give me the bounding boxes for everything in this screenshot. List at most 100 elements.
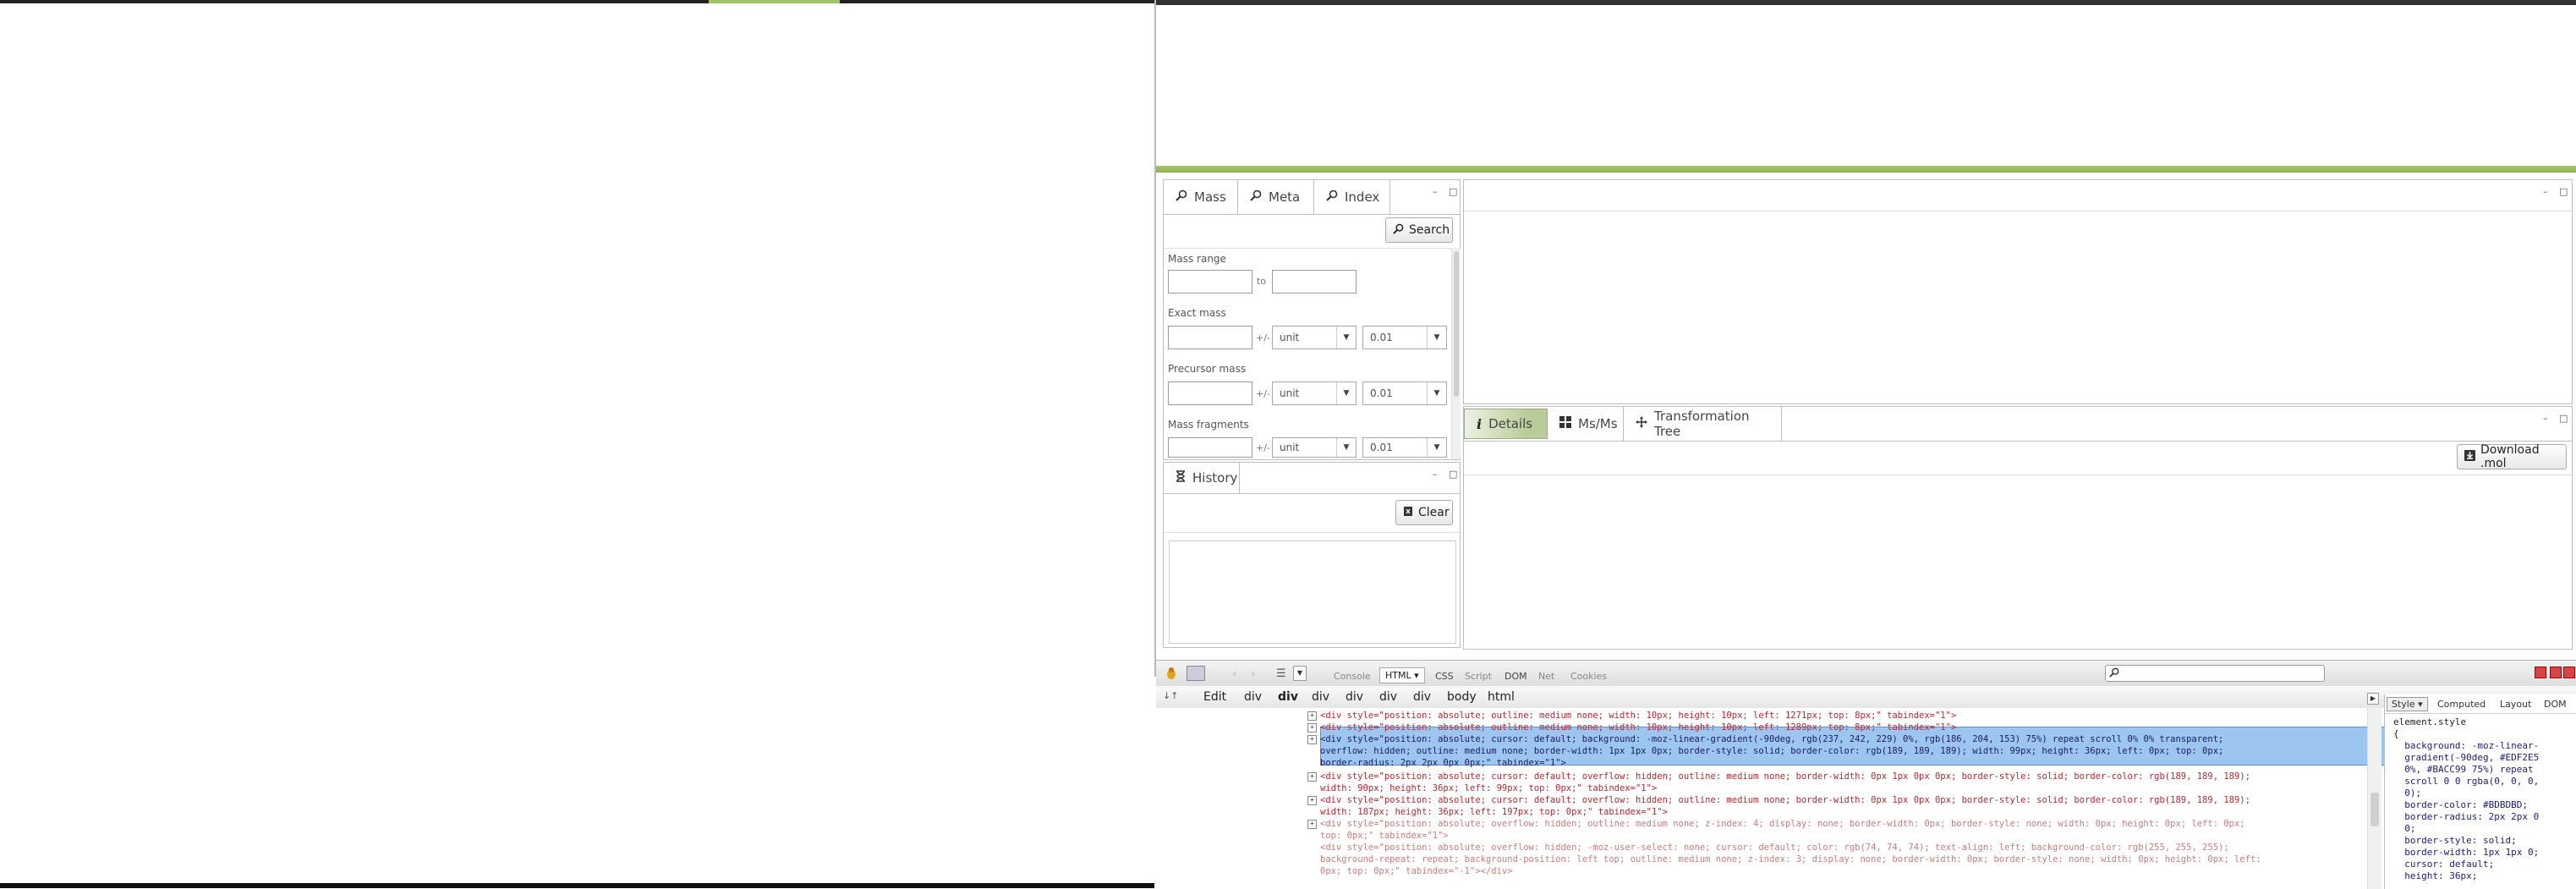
html-tree-scrollbar[interactable] bbox=[2367, 708, 2381, 889]
tab-mass[interactable]: Mass bbox=[1164, 180, 1238, 214]
tab-msms[interactable]: Ms/Ms bbox=[1548, 407, 1624, 441]
side-tab-dom[interactable]: DOM bbox=[2544, 699, 2567, 710]
history-divider bbox=[1164, 532, 1461, 533]
expand-icon[interactable]: + bbox=[1307, 711, 1317, 721]
tab-history[interactable]: History bbox=[1164, 463, 1240, 493]
devtools-search-input[interactable] bbox=[2105, 665, 2325, 682]
maximize-icon[interactable]: □ bbox=[2559, 414, 2568, 423]
firebug-icon[interactable] bbox=[1165, 667, 1178, 680]
devtools-tab-dom[interactable]: DOM bbox=[1504, 671, 1527, 682]
devtools-tab-net[interactable]: Net bbox=[1538, 671, 1554, 682]
minimize-icon[interactable]: – bbox=[1433, 187, 1442, 196]
precursor-mass-unit-select[interactable]: unit ▼ bbox=[1272, 381, 1357, 405]
history-list[interactable] bbox=[1169, 541, 1456, 644]
side-tab-style[interactable]: Style ▾ bbox=[2387, 697, 2428, 711]
side-tab-layout[interactable]: Layout bbox=[2500, 699, 2531, 710]
css-rule-line[interactable]: background: -moz-linear- bbox=[2393, 740, 2539, 752]
code-line[interactable]: background-repeat: repeat; background-po… bbox=[1320, 853, 2261, 865]
mass-range-to-input[interactable] bbox=[1272, 270, 1357, 294]
precursor-mass-tolerance-select[interactable]: 0.01 ▼ bbox=[1362, 381, 1447, 405]
maximize-icon[interactable]: □ bbox=[1449, 187, 1458, 196]
code-line[interactable]: <div style="position: absolute; cursor: … bbox=[1320, 771, 2250, 782]
css-rule-line[interactable]: 0%, #BACC99 75%) repeat bbox=[2393, 764, 2533, 776]
breadcrumb-div-5[interactable]: div bbox=[1379, 690, 1397, 704]
expand-icon[interactable]: + bbox=[1307, 796, 1317, 805]
devtools-tab-cookies[interactable]: Cookies bbox=[1570, 671, 1607, 682]
css-rule-line[interactable]: scroll 0 0 rgba(0, 0, 0, bbox=[2393, 776, 2539, 787]
css-rule-line[interactable]: border-width: 1px 1px 0; bbox=[2393, 847, 2539, 859]
code-line[interactable]: <div style="position: absolute; outline:… bbox=[1320, 722, 1956, 733]
css-rule-line[interactable]: border-color: #BDBDBD; bbox=[2393, 799, 2528, 811]
edit-button[interactable]: Edit bbox=[1203, 690, 1226, 704]
clear-button[interactable]: Clear bbox=[1395, 500, 1453, 525]
css-rule-line[interactable]: height: 36px; bbox=[2393, 870, 2477, 882]
exact-mass-tolerance-select[interactable]: 0.01 ▼ bbox=[1362, 326, 1447, 349]
minimize-icon[interactable]: – bbox=[2543, 187, 2552, 196]
maximize-icon[interactable]: □ bbox=[2559, 187, 2568, 196]
back-arrow-icon[interactable]: ‹ bbox=[1232, 667, 1237, 681]
exact-mass-unit-select[interactable]: unit ▼ bbox=[1272, 326, 1357, 349]
download-mol-button[interactable]: Download .mol bbox=[2457, 443, 2567, 470]
mass-fragments-unit-select[interactable]: unit ▼ bbox=[1272, 437, 1357, 458]
breadcrumb-html[interactable]: html bbox=[1488, 690, 1515, 704]
devtools-tab-css[interactable]: CSS bbox=[1435, 671, 1454, 682]
devtools-html-tree[interactable]: + <div style="position: absolute; outlin… bbox=[1156, 708, 2384, 889]
code-line[interactable]: <div style="position: absolute; overflow… bbox=[1320, 818, 2245, 830]
breadcrumb-div-3[interactable]: div bbox=[1312, 690, 1329, 704]
expand-icon[interactable]: + bbox=[1307, 735, 1317, 744]
css-rule-line[interactable]: 0; bbox=[2393, 823, 2415, 835]
expand-icon[interactable]: + bbox=[1307, 723, 1317, 733]
css-rule-line[interactable]: border-style: solid; bbox=[2393, 835, 2516, 847]
breadcrumb-div-6[interactable]: div bbox=[1413, 690, 1431, 704]
code-line[interactable]: 0px; top: 0px;" tabindex="-1"></div> bbox=[1320, 865, 1513, 877]
html-tree-scroll-thumb[interactable] bbox=[2370, 793, 2379, 826]
expand-all-icon[interactable]: ↓↑ bbox=[1163, 690, 1178, 701]
tab-index[interactable]: Index bbox=[1314, 180, 1390, 214]
breadcrumb-div-1[interactable]: div bbox=[1244, 690, 1262, 704]
code-line-selected[interactable]: overflow: hidden; outline: medium none; … bbox=[1320, 745, 2223, 757]
tab-details[interactable]: i Details bbox=[1464, 409, 1548, 439]
maximize-icon[interactable]: □ bbox=[1449, 469, 1458, 479]
expand-icon[interactable]: + bbox=[1307, 820, 1317, 829]
code-line[interactable]: <div style="position: absolute; cursor: … bbox=[1320, 794, 2250, 806]
css-rule-line[interactable]: cursor: default; bbox=[2393, 859, 2494, 870]
code-line[interactable]: <div style="position: absolute; outline:… bbox=[1320, 710, 1956, 722]
mass-range-from-input[interactable] bbox=[1168, 270, 1252, 294]
devtools-tab-script[interactable]: Script bbox=[1465, 671, 1492, 682]
side-tab-computed[interactable]: Computed bbox=[2437, 699, 2486, 710]
inspect-icon[interactable] bbox=[1187, 666, 1205, 681]
code-line-selected[interactable]: <div style="position: absolute; cursor: … bbox=[1320, 733, 2223, 745]
exact-mass-input[interactable] bbox=[1168, 326, 1252, 349]
tab-meta[interactable]: Meta bbox=[1238, 180, 1314, 214]
code-line-selected[interactable]: border-radius: 2px 2px 0px 0px;" tabinde… bbox=[1320, 757, 1566, 769]
minimize-icon[interactable]: – bbox=[2543, 414, 2552, 423]
devtools-tab-console[interactable]: Console bbox=[1334, 671, 1371, 682]
minimize-devtools-icon[interactable] bbox=[2535, 667, 2546, 678]
breadcrumb-div-2[interactable]: div bbox=[1278, 690, 1298, 704]
panel-menu-icon[interactable]: ▼ bbox=[1293, 666, 1307, 681]
side-panel-toggle-icon[interactable]: ▶ bbox=[2367, 693, 2379, 705]
css-rule-line[interactable]: 0); bbox=[2393, 787, 2421, 799]
mass-fragments-tolerance-select[interactable]: 0.01 ▼ bbox=[1362, 437, 1447, 458]
tab-transformation-tree[interactable]: Transformation Tree bbox=[1624, 407, 1782, 441]
css-rule-line[interactable]: border-radius: 2px 2px 0 bbox=[2393, 811, 2539, 823]
search-scroll-thumb[interactable] bbox=[1454, 251, 1459, 397]
expand-icon[interactable]: + bbox=[1307, 772, 1317, 782]
code-line[interactable]: width: 90px; height: 36px; left: 99px; t… bbox=[1320, 782, 1657, 794]
code-line[interactable]: top: 0px;" tabindex="1"> bbox=[1320, 830, 1449, 842]
forward-arrow-icon[interactable]: › bbox=[1251, 667, 1256, 681]
breadcrumb-div-4[interactable]: div bbox=[1346, 690, 1363, 704]
search-scrollbar[interactable] bbox=[1451, 248, 1461, 459]
css-rule-line[interactable]: gradient(-90deg, #EDF2E5 bbox=[2393, 752, 2539, 764]
search-button[interactable]: Search bbox=[1385, 217, 1453, 243]
code-line[interactable]: width: 187px; height: 36px; left: 197px;… bbox=[1320, 806, 1668, 818]
devtools-tab-html[interactable]: HTML ▾ bbox=[1379, 667, 1425, 683]
detach-devtools-icon[interactable] bbox=[2550, 667, 2562, 678]
list-icon[interactable]: ☰ bbox=[1276, 667, 1286, 680]
close-devtools-icon[interactable] bbox=[2563, 667, 2575, 678]
breadcrumb-body[interactable]: body bbox=[1447, 690, 1477, 704]
minimize-icon[interactable]: – bbox=[1433, 469, 1442, 479]
mass-fragments-input[interactable] bbox=[1168, 437, 1252, 458]
precursor-mass-input[interactable] bbox=[1168, 381, 1252, 405]
code-line[interactable]: <div style="position: absolute; overflow… bbox=[1320, 842, 2229, 853]
